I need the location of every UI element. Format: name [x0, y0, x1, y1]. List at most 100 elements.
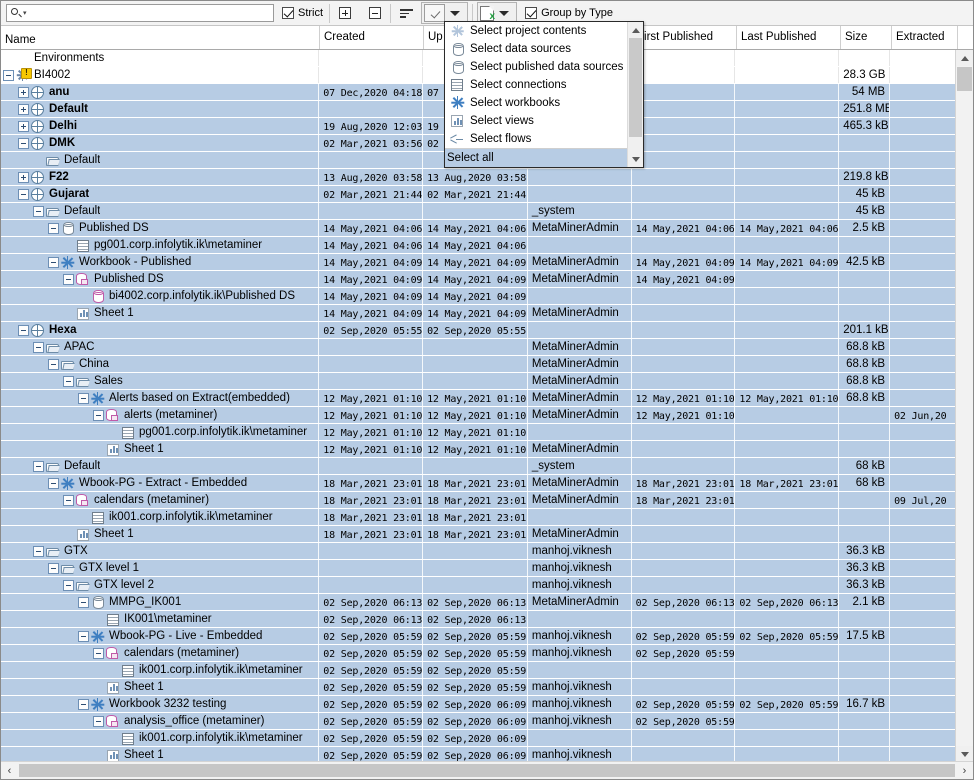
- collapse-toggle-icon[interactable]: [3, 70, 14, 81]
- table-row[interactable]: IK001\metaminer 02 Sep,2020 06:13 02 Sep,2…: [1, 611, 956, 628]
- menu-scrollbar[interactable]: [627, 22, 643, 167]
- scroll-up-button[interactable]: [956, 50, 973, 66]
- column-header-name[interactable]: Name: [1, 26, 320, 49]
- collapse-toggle-icon[interactable]: [48, 563, 59, 574]
- table-row[interactable]: ik001.corp.infolytik.ik\metaminer 02 Sep,…: [1, 662, 956, 679]
- scroll-left-button[interactable]: ‹: [1, 765, 18, 777]
- menu-item-select-published-data-sources[interactable]: Select published data sources: [445, 58, 643, 76]
- collapse-toggle-icon[interactable]: [93, 648, 104, 659]
- table-row[interactable]: Wbook-PG - Live - Embedded 02 Sep,2020 05…: [1, 628, 956, 645]
- cell-last-published: [735, 135, 840, 151]
- table-row[interactable]: ik001.corp.infolytik.ik\metaminer 02 Sep,…: [1, 730, 956, 747]
- table-row[interactable]: Gujarat 02 Mar,2021 21:44 02 Mar,2021 21:4…: [1, 186, 956, 203]
- collapse-toggle-icon[interactable]: [63, 495, 74, 506]
- chevron-down-icon[interactable]: [450, 10, 461, 16]
- vertical-scrollbar[interactable]: [955, 50, 973, 762]
- expand-toggle-icon[interactable]: [18, 87, 29, 98]
- table-row[interactable]: F22 13 Aug,2020 03:58 13 Aug,2020 03:58 219…: [1, 169, 956, 186]
- expand-toggle-icon[interactable]: [18, 121, 29, 132]
- collapse-toggle-icon[interactable]: [78, 699, 89, 710]
- group-by-type-checkbox[interactable]: [525, 7, 538, 19]
- collapse-toggle-icon[interactable]: [48, 359, 59, 370]
- collapse-toggle-icon[interactable]: [78, 393, 89, 404]
- vertical-scroll-thumb[interactable]: [957, 67, 972, 91]
- table-row[interactable]: Sheet 1 02 Sep,2020 05:59 02 Sep,2020 06:0…: [1, 747, 956, 762]
- export-chevron-down-icon[interactable]: [499, 10, 510, 16]
- collapse-toggle-icon[interactable]: [18, 189, 29, 200]
- table-row[interactable]: Sales MetaMinerAdmin 68.8 kB: [1, 373, 956, 390]
- menu-scroll-up-button[interactable]: [628, 22, 643, 38]
- menu-item-select-workbooks[interactable]: Select workbooks: [445, 94, 643, 112]
- sort-button[interactable]: [395, 2, 417, 24]
- table-row[interactable]: pg001.corp.infolytik.ik\metaminer 12 May,…: [1, 424, 956, 441]
- table-row[interactable]: Default _system 68 kB: [1, 458, 956, 475]
- table-row[interactable]: GTX manhoj.viknesh 36.3 kB: [1, 543, 956, 560]
- collapse-toggle-icon[interactable]: [33, 342, 44, 353]
- column-header-extracted[interactable]: Extracted: [892, 26, 958, 49]
- table-row[interactable]: MMPG_IK001 02 Sep,2020 06:13 02 Sep,2020 0…: [1, 594, 956, 611]
- table-row[interactable]: GTX level 1 manhoj.viknesh 36.3 kB: [1, 560, 956, 577]
- table-row[interactable]: Sheet 1 18 Mar,2021 23:01 18 Mar,2021 23:0…: [1, 526, 956, 543]
- menu-item-select-project-contents[interactable]: Select project contents: [445, 22, 643, 40]
- collapse-toggle-icon[interactable]: [78, 597, 89, 608]
- table-row[interactable]: Published DS 14 May,2021 04:06 14 May,2021…: [1, 220, 956, 237]
- table-row[interactable]: alerts (metaminer) 12 May,2021 01:10 12 Ma…: [1, 407, 956, 424]
- collapse-toggle-icon[interactable]: [93, 410, 104, 421]
- horizontal-scroll-thumb[interactable]: [19, 764, 955, 777]
- table-row[interactable]: Hexa 02 Sep,2020 05:55 02 Sep,2020 05:55 20…: [1, 322, 956, 339]
- collapse-toggle-icon[interactable]: [48, 478, 59, 489]
- menu-item-select-all[interactable]: Select all: [445, 148, 643, 167]
- collapse-toggle-icon[interactable]: [63, 580, 74, 591]
- table-row[interactable]: calendars (metaminer) 02 Sep,2020 05:59 02…: [1, 645, 956, 662]
- expand-toggle-icon[interactable]: [18, 172, 29, 183]
- collapse-toggle-icon[interactable]: [18, 325, 29, 336]
- menu-item-select-flows[interactable]: Select flows: [445, 130, 643, 148]
- scroll-right-button[interactable]: ›: [956, 765, 973, 777]
- table-row[interactable]: pg001.corp.infolytik.ik\metaminer 14 May,…: [1, 237, 956, 254]
- collapse-toggle-icon[interactable]: [33, 461, 44, 472]
- expand-toggle-icon[interactable]: [18, 104, 29, 115]
- table-row[interactable]: bi4002.corp.infolytik.ik\Published DS 14 …: [1, 288, 956, 305]
- column-header-size[interactable]: Size: [841, 26, 892, 49]
- column-header-created[interactable]: Created: [320, 26, 424, 49]
- column-header-first-published[interactable]: First Published: [633, 26, 737, 49]
- menu-item-select-views[interactable]: Select views: [445, 112, 643, 130]
- search-box[interactable]: ▾: [6, 4, 274, 22]
- table-row[interactable]: Published DS 14 May,2021 04:09 14 May,2021…: [1, 271, 956, 288]
- collapse-toggle-icon[interactable]: [63, 376, 74, 387]
- table-row[interactable]: Workbook 3232 testing 02 Sep,2020 05:59 02…: [1, 696, 956, 713]
- collapse-toggle-icon[interactable]: [33, 546, 44, 557]
- column-header-last-published[interactable]: Last Published: [737, 26, 841, 49]
- collapse-toggle-icon[interactable]: [33, 206, 44, 217]
- strict-checkbox[interactable]: [282, 7, 294, 19]
- menu-scroll-down-button[interactable]: [628, 151, 643, 167]
- table-row[interactable]: GTX level 2 manhoj.viknesh 36.3 kB: [1, 577, 956, 594]
- scroll-down-button[interactable]: [956, 746, 973, 762]
- table-row[interactable]: Default _system 45 kB: [1, 203, 956, 220]
- strict-checkbox-group[interactable]: Strict: [280, 3, 325, 24]
- table-row[interactable]: calendars (metaminer) 18 Mar,2021 23:01 18…: [1, 492, 956, 509]
- table-row[interactable]: analysis_office (metaminer) 02 Sep,2020 0…: [1, 713, 956, 730]
- table-row[interactable]: ik001.corp.infolytik.ik\metaminer 18 Mar,…: [1, 509, 956, 526]
- search-input[interactable]: [26, 5, 270, 21]
- menu-item-select-data-sources[interactable]: Select data sources: [445, 40, 643, 58]
- table-row[interactable]: APAC MetaMinerAdmin 68.8 kB: [1, 339, 956, 356]
- collapse-toggle-icon[interactable]: [63, 274, 74, 285]
- collapse-toggle-icon[interactable]: [18, 138, 29, 149]
- collapse-toggle-icon[interactable]: [48, 223, 59, 234]
- table-row[interactable]: Workbook - Published 14 May,2021 04:09 14 …: [1, 254, 956, 271]
- menu-item-select-connections[interactable]: Select connections: [445, 76, 643, 94]
- horizontal-scrollbar[interactable]: ‹ ›: [1, 761, 973, 779]
- collapse-all-button[interactable]: [364, 2, 386, 24]
- table-row[interactable]: Sheet 1 02 Sep,2020 05:59 02 Sep,2020 05:5…: [1, 679, 956, 696]
- table-row[interactable]: Sheet 1 12 May,2021 01:10 12 May,2021 01:1…: [1, 441, 956, 458]
- table-row[interactable]: Wbook-PG - Extract - Embedded 18 Mar,2021…: [1, 475, 956, 492]
- table-row[interactable]: China MetaMinerAdmin 68.8 kB: [1, 356, 956, 373]
- table-row[interactable]: Sheet 1 14 May,2021 04:09 14 May,2021 04:0…: [1, 305, 956, 322]
- menu-scroll-thumb[interactable]: [629, 38, 642, 137]
- expand-all-button[interactable]: [334, 2, 356, 24]
- collapse-toggle-icon[interactable]: [78, 631, 89, 642]
- table-row[interactable]: Alerts based on Extract(embedded) 12 May,…: [1, 390, 956, 407]
- collapse-toggle-icon[interactable]: [93, 716, 104, 727]
- collapse-toggle-icon[interactable]: [48, 257, 59, 268]
